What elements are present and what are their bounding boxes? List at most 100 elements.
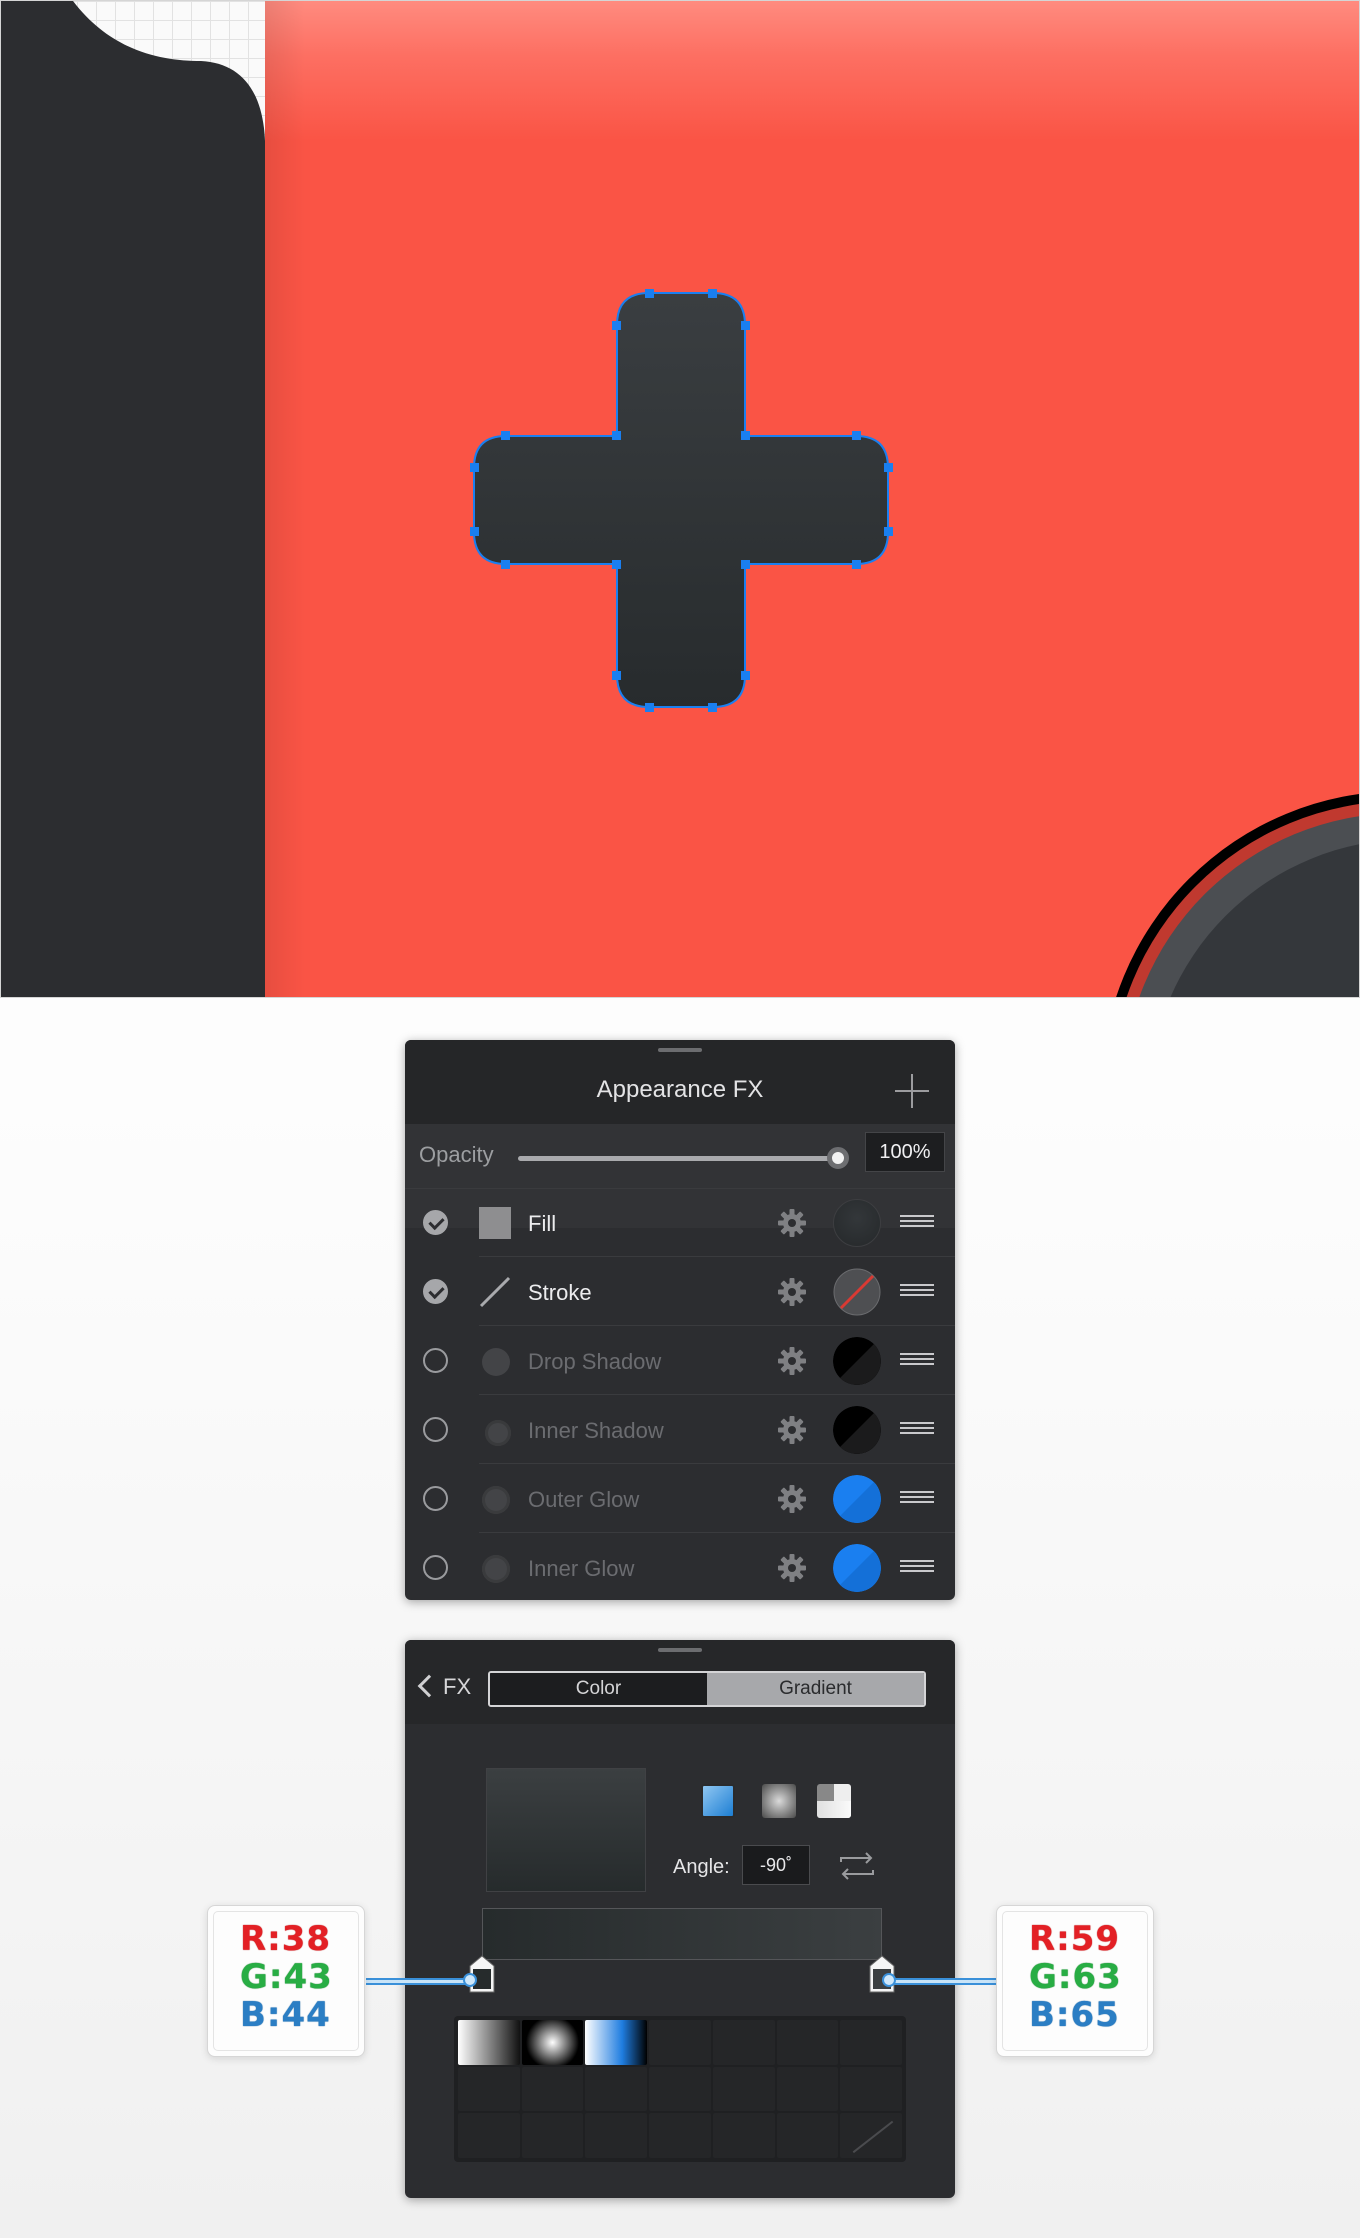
gear-icon[interactable] <box>777 1553 807 1583</box>
opacity-value-field[interactable]: 100% <box>865 1132 945 1172</box>
preset-empty[interactable] <box>712 2113 775 2158</box>
inner-shadow-enable-checkbox[interactable] <box>423 1417 448 1442</box>
gear-icon[interactable] <box>777 1484 807 1514</box>
opacity-label: Opacity <box>419 1142 494 1167</box>
left-color-callout: R:38 G:43 B:44 <box>207 1905 365 2057</box>
left-callout-connector <box>366 1978 472 1985</box>
drop-shadow-enable-checkbox[interactable] <box>423 1348 448 1373</box>
conical-gradient-icon[interactable] <box>817 1784 851 1818</box>
right-color-callout: R:59 G:63 B:65 <box>996 1905 1154 2057</box>
reorder-handle-icon[interactable] <box>900 1215 934 1229</box>
cross-shape[interactable] <box>473 292 889 708</box>
preset-empty[interactable] <box>649 2020 711 2065</box>
reorder-handle-icon[interactable] <box>900 1491 934 1505</box>
preset-blue[interactable] <box>585 2020 648 2065</box>
angle-label: Angle: <box>673 1856 730 1878</box>
effect-label: Stroke <box>528 1280 592 1305</box>
back-label: FX <box>443 1674 472 1699</box>
preset-empty[interactable] <box>521 2066 584 2112</box>
blue-value: B:65 <box>1029 1995 1120 2035</box>
stroke-line-icon <box>479 1276 511 1308</box>
outer-glow-color-swatch[interactable] <box>833 1475 881 1523</box>
red-value: R:38 <box>240 1919 332 1959</box>
gear-icon[interactable] <box>777 1208 807 1238</box>
cross-illustration <box>470 289 1359 997</box>
stroke-color-swatch[interactable] <box>833 1268 881 1316</box>
effect-label: Inner Glow <box>528 1556 635 1581</box>
fill-enable-checkbox[interactable] <box>423 1210 448 1235</box>
preset-empty[interactable] <box>712 2020 775 2065</box>
artboard-canvas[interactable] <box>0 0 1360 998</box>
back-to-fx-button[interactable]: FX <box>415 1670 479 1704</box>
gradient-panel: FX Color Gradient Angle: -90˚ <box>405 1640 955 2198</box>
red-value: R:59 <box>1029 1919 1121 1959</box>
fill-color-swatch[interactable] <box>833 1199 881 1247</box>
fill-square-icon <box>479 1207 511 1239</box>
reorder-handle-icon[interactable] <box>900 1353 934 1367</box>
panel-grip-handle[interactable] <box>658 1648 702 1652</box>
effect-row-drop-shadow[interactable]: Drop Shadow <box>405 1326 955 1395</box>
reorder-handle-icon[interactable] <box>900 1422 934 1436</box>
effect-row-stroke[interactable]: Stroke <box>405 1257 955 1326</box>
outer-glow-enable-checkbox[interactable] <box>423 1486 448 1511</box>
green-value: G:63 <box>1029 1957 1122 1997</box>
inner-glow-enable-checkbox[interactable] <box>423 1555 448 1580</box>
opacity-slider-knob[interactable] <box>827 1147 849 1169</box>
blue-value: B:44 <box>240 1995 331 2035</box>
inner-glow-color-swatch[interactable] <box>833 1544 881 1592</box>
preset-empty[interactable] <box>458 2066 520 2112</box>
radial-gradient-icon[interactable] <box>762 1784 796 1818</box>
preset-empty[interactable] <box>649 2113 711 2158</box>
panel-title: Appearance FX <box>596 1076 764 1103</box>
inner-glow-icon <box>482 1555 510 1583</box>
preset-empty[interactable] <box>585 2066 648 2112</box>
preset-empty[interactable] <box>776 2020 839 2065</box>
effects-list: Fill Stroke Drop Shadow Inner Shadow Out… <box>405 1188 955 1600</box>
preset-empty[interactable] <box>840 2020 902 2065</box>
preset-empty[interactable] <box>521 2113 584 2158</box>
preset-empty[interactable] <box>712 2066 775 2112</box>
panel-grip-handle[interactable] <box>658 1048 702 1052</box>
delete-preset-icon[interactable] <box>840 2113 902 2158</box>
fill-mode-segmented-control[interactable]: Color Gradient <box>488 1671 926 1707</box>
angle-input[interactable]: -90˚ <box>742 1845 810 1885</box>
effect-label: Fill <box>528 1211 557 1236</box>
effect-label: Drop Shadow <box>528 1349 662 1374</box>
inner-shadow-color-swatch[interactable] <box>833 1406 881 1454</box>
reverse-gradient-icon[interactable] <box>837 1850 877 1882</box>
add-effect-button[interactable] <box>895 1074 929 1108</box>
preset-empty[interactable] <box>585 2113 648 2158</box>
gradient-bar[interactable] <box>482 1908 882 1960</box>
preset-empty[interactable] <box>776 2113 839 2158</box>
effect-label: Outer Glow <box>528 1487 640 1512</box>
gear-icon[interactable] <box>777 1346 807 1376</box>
effect-row-fill[interactable]: Fill <box>405 1188 955 1257</box>
preset-black-white[interactable] <box>458 2020 520 2065</box>
preset-empty[interactable] <box>649 2066 711 2112</box>
opacity-slider[interactable] <box>518 1147 849 1169</box>
reorder-handle-icon[interactable] <box>900 1284 934 1298</box>
effect-row-inner-glow[interactable]: Inner Glow <box>405 1533 955 1600</box>
drop-shadow-icon <box>482 1348 510 1376</box>
gear-icon[interactable] <box>777 1415 807 1445</box>
drop-shadow-color-swatch[interactable] <box>833 1337 881 1385</box>
preset-empty[interactable] <box>458 2113 520 2158</box>
effect-row-outer-glow[interactable]: Outer Glow <box>405 1464 955 1533</box>
stroke-enable-checkbox[interactable] <box>423 1279 448 1304</box>
outer-glow-icon <box>482 1486 510 1514</box>
appearance-fx-panel: Appearance FX Opacity 100% Fill Stroke D… <box>405 1040 955 1600</box>
preset-radial-white[interactable] <box>521 2020 584 2065</box>
green-value: G:43 <box>240 1957 333 1997</box>
reorder-handle-icon[interactable] <box>900 1560 934 1574</box>
gradient-preview <box>486 1768 646 1892</box>
linear-gradient-icon[interactable] <box>701 1784 735 1818</box>
gradient-presets-grid <box>454 2016 906 2162</box>
preset-empty[interactable] <box>776 2066 839 2112</box>
gear-icon[interactable] <box>777 1277 807 1307</box>
preset-empty[interactable] <box>840 2066 902 2112</box>
tab-color[interactable]: Color <box>490 1673 707 1705</box>
tab-gradient[interactable]: Gradient <box>707 1673 924 1705</box>
right-callout-connector <box>888 1978 996 1985</box>
effect-row-inner-shadow[interactable]: Inner Shadow <box>405 1395 955 1464</box>
corner-button-shape <box>1116 794 1359 997</box>
